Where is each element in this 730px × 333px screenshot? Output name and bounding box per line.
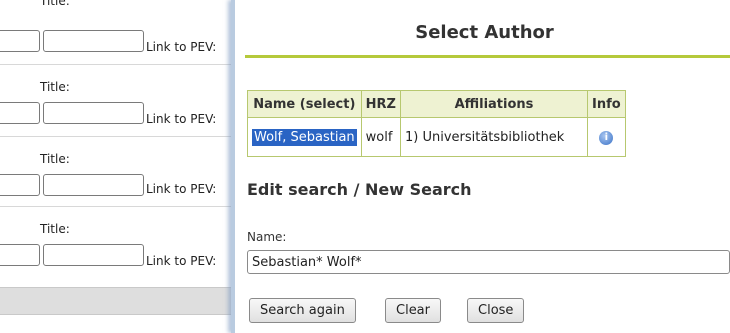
- small-input[interactable]: [0, 244, 40, 266]
- title-label: Title:: [40, 0, 70, 8]
- pev-link-label: Link to PEV:: [146, 112, 217, 126]
- title-label: Title:: [40, 80, 70, 94]
- author-name-link[interactable]: Wolf, Sebastian: [252, 128, 357, 146]
- dialog-title: Select Author: [415, 22, 554, 43]
- title-input[interactable]: [43, 244, 144, 266]
- author-name-cell[interactable]: Wolf, Sebastian: [247, 117, 362, 157]
- title-input[interactable]: [43, 174, 144, 196]
- pev-link-label: Link to PEV:: [146, 254, 217, 268]
- search-again-button[interactable]: Search again: [249, 298, 356, 323]
- title-divider: [245, 55, 730, 58]
- table-header-row: Name (select) HRZ Affiliations Info: [247, 90, 626, 118]
- pev-link-label: Link to PEV:: [146, 182, 217, 196]
- form-footer-bar: [0, 287, 236, 315]
- table-row: Wolf, Sebastian wolf 1) Universitätsbibl…: [247, 117, 626, 157]
- column-header-hrz: HRZ: [360, 90, 401, 118]
- name-label: Name:: [247, 230, 287, 244]
- affiliation-cell: 1) Universitätsbibliothek: [399, 117, 588, 157]
- info-icon[interactable]: i: [599, 131, 614, 145]
- hrz-cell: wolf: [360, 117, 401, 157]
- row-divider: [0, 206, 236, 207]
- row-divider: [0, 136, 236, 137]
- small-input[interactable]: [0, 102, 40, 124]
- background-form: Title: Link to PEV: Title: Link to PEV: …: [0, 0, 236, 333]
- section-title: Edit search / New Search: [247, 180, 472, 199]
- small-input[interactable]: [0, 30, 40, 52]
- title-input[interactable]: [43, 102, 144, 124]
- author-results-table: Name (select) HRZ Affiliations Info Wolf…: [247, 90, 626, 157]
- close-button[interactable]: Close: [467, 298, 525, 323]
- row-divider: [0, 64, 236, 65]
- select-author-dialog: Select Author Name (select) HRZ Affiliat…: [231, 0, 730, 333]
- column-header-affiliations: Affiliations: [399, 90, 588, 118]
- info-cell: i: [586, 117, 626, 157]
- small-input[interactable]: [0, 174, 40, 196]
- clear-button[interactable]: Clear: [385, 298, 441, 323]
- pev-link-label: Link to PEV:: [146, 40, 217, 54]
- title-label: Title:: [40, 152, 70, 166]
- column-header-info: Info: [586, 90, 626, 118]
- title-label: Title:: [40, 222, 70, 236]
- column-header-name: Name (select): [247, 90, 362, 118]
- title-input[interactable]: [43, 30, 144, 52]
- name-search-input[interactable]: [247, 250, 730, 274]
